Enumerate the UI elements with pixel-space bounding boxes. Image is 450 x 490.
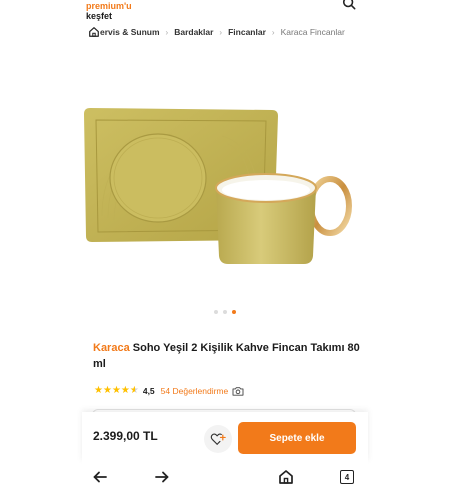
- back-button[interactable]: [92, 469, 108, 485]
- home-button[interactable]: [278, 469, 294, 485]
- buy-bar: 2.399,00 TL Sepete ekle: [82, 412, 368, 462]
- chevron-right-icon: ›: [271, 27, 275, 37]
- product-title: Karaca Soho Yeşil 2 Kişilik Kahve Fincan…: [93, 340, 361, 372]
- rating-row[interactable]: ★ ★ ★ ★ ★ 4,5 54 Değerlendirme: [94, 384, 244, 398]
- chevron-right-icon: ›: [219, 27, 223, 37]
- star-icon: ★: [102, 385, 112, 396]
- app-frame: premium'u keşfet ervis & Sunum › Bardakl…: [82, 0, 368, 490]
- camera-icon: [232, 387, 244, 396]
- star-icon: ★: [120, 385, 130, 396]
- gallery-dot-active[interactable]: [232, 310, 236, 314]
- browser-nav-bar: 4: [82, 462, 368, 490]
- heart-plus-icon: [210, 433, 226, 445]
- home-icon: [279, 470, 293, 484]
- star-icon: ★: [111, 385, 121, 396]
- promo-line-1: premium'u: [86, 1, 132, 11]
- tabs-button[interactable]: 4: [340, 470, 354, 484]
- star-icon: ★: [94, 385, 103, 396]
- gallery-dot[interactable]: [223, 310, 227, 314]
- product-brand[interactable]: Karaca: [93, 342, 130, 354]
- product-name: Soho Yeşil 2 Kişilik Kahve Fincan Takımı…: [93, 342, 360, 370]
- rating-stars: ★ ★ ★ ★ ★: [94, 386, 139, 396]
- breadcrumb-item-karaca-fincanlar[interactable]: Karaca Fincanlar: [281, 27, 345, 37]
- promo-line-2: keşfet: [86, 11, 113, 21]
- breadcrumb-item-bardaklar[interactable]: Bardaklar: [174, 27, 213, 37]
- half-star-icon: ★: [129, 385, 139, 396]
- product-image[interactable]: [82, 106, 368, 274]
- home-icon[interactable]: [88, 26, 100, 38]
- rating-value: 4,5: [142, 386, 155, 396]
- breadcrumb: ervis & Sunum › Bardaklar › Fincanlar › …: [88, 24, 345, 40]
- chevron-right-icon: ›: [165, 27, 169, 37]
- add-to-cart-button[interactable]: Sepete ekle: [238, 422, 356, 454]
- gallery-dot[interactable]: [214, 310, 218, 314]
- arrow-right-icon: [155, 471, 169, 483]
- favorite-button[interactable]: [204, 425, 232, 453]
- gallery-pagination: [82, 310, 368, 314]
- product-price: 2.399,00 TL: [93, 429, 158, 443]
- breadcrumb-item-fincanlar[interactable]: Fincanlar: [228, 27, 266, 37]
- arrow-left-icon: [93, 471, 107, 483]
- premium-promo[interactable]: premium'u keşfet: [86, 1, 132, 21]
- search-icon[interactable]: [342, 0, 356, 10]
- top-strip: premium'u keşfet: [82, 0, 368, 22]
- review-count-link[interactable]: 54 Değerlendirme: [161, 386, 229, 396]
- product-gallery[interactable]: [82, 44, 368, 324]
- forward-button[interactable]: [154, 469, 170, 485]
- breadcrumb-item-servis-sunum[interactable]: ervis & Sunum: [100, 27, 160, 37]
